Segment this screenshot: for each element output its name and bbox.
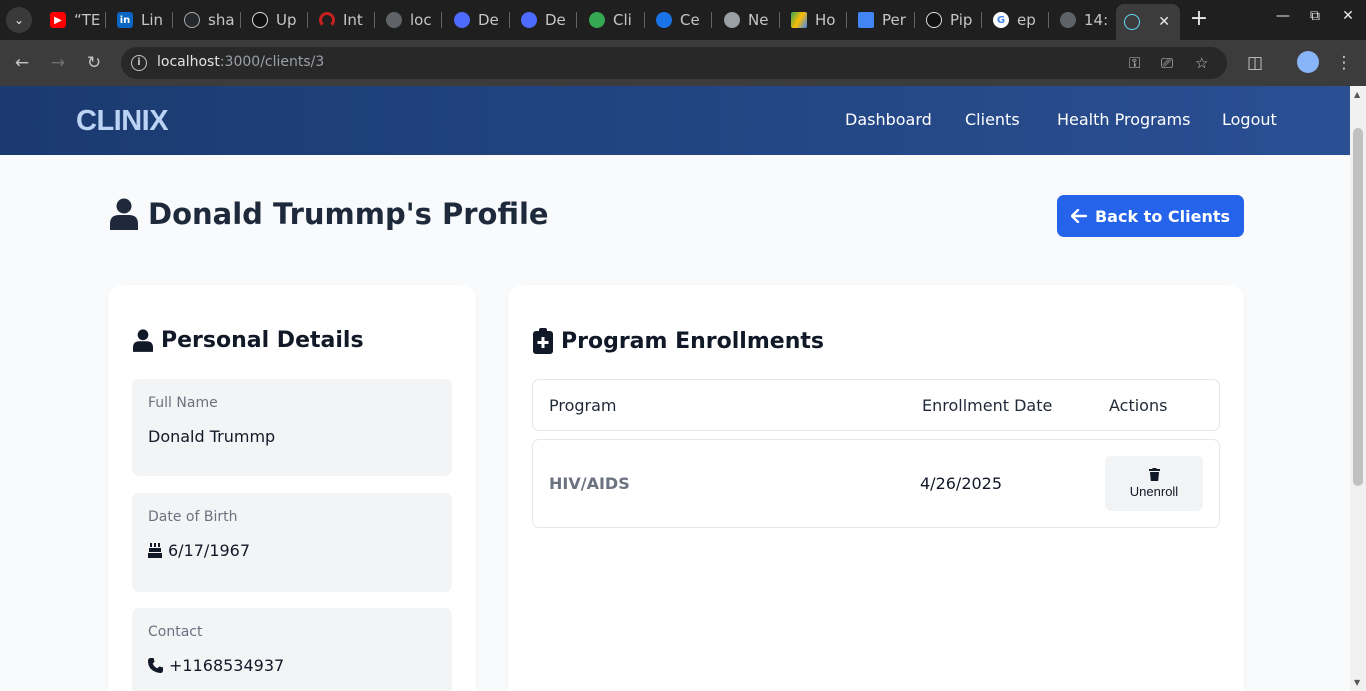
page-title: Donald Trummp's Profile	[110, 197, 549, 231]
github-icon	[184, 12, 200, 28]
browser-tab[interactable]: in Lin	[109, 6, 169, 34]
browser-tab[interactable]: Ne	[716, 6, 776, 34]
deepseek-icon	[521, 12, 537, 28]
drive-icon	[791, 12, 807, 28]
contact-field: Contact +1168534937	[132, 608, 452, 691]
menu-kebab-icon[interactable]: ⋮	[1333, 52, 1355, 74]
back-button-label: Back to Clients	[1094, 206, 1231, 226]
page-viewport: CLINIX Dashboard Clients Health Programs…	[0, 86, 1350, 691]
browser-tab[interactable]: De	[446, 6, 506, 34]
date-of-birth-field: Date of Birth 6/17/1967	[132, 493, 452, 592]
site-info-icon[interactable]: i	[131, 55, 147, 71]
tab-search-chevron-icon[interactable]: ⌄	[6, 7, 32, 33]
browser-tab[interactable]: Int	[311, 6, 371, 34]
minimize-icon[interactable]: —	[1271, 8, 1295, 24]
linkedin-icon: in	[117, 12, 133, 28]
gauge-icon	[319, 12, 335, 28]
back-to-clients-button[interactable]: Back to Clients	[1057, 195, 1244, 237]
browser-tab[interactable]: Up	[244, 6, 304, 34]
personal-details-heading: Personal Details	[133, 328, 364, 353]
browser-tab[interactable]: Gep	[985, 6, 1045, 34]
docs-icon	[858, 12, 874, 28]
react-icon	[1124, 14, 1140, 30]
scrollbar-thumb[interactable]	[1353, 128, 1363, 486]
cloud-icon	[656, 12, 672, 28]
openai-icon	[252, 12, 268, 28]
clipboard-medical-icon	[533, 328, 553, 354]
personal-details-card: Personal Details Full Name Donald Trummp…	[108, 285, 476, 691]
unenroll-button[interactable]: Unenroll	[1105, 456, 1203, 511]
user-icon	[110, 198, 138, 230]
enrollments-table-header: Program Enrollment Date Actions	[532, 379, 1220, 431]
browser-tab[interactable]: Per	[850, 6, 910, 34]
nav-dashboard[interactable]: Dashboard	[845, 110, 932, 129]
program-name[interactable]: HIV/AIDS	[549, 474, 630, 493]
page-title-text: Donald Trummp's Profile	[148, 197, 549, 231]
column-header-program: Program	[549, 396, 617, 415]
globe-icon	[1060, 12, 1076, 28]
clinix-icon	[589, 12, 605, 28]
field-label: Full Name	[148, 395, 218, 411]
close-tab-icon[interactable]: ✕	[1158, 14, 1170, 30]
browser-tab[interactable]: 14:	[1052, 6, 1112, 34]
program-enrollments-heading: Program Enrollments	[533, 328, 824, 354]
openai-icon	[926, 12, 942, 28]
unenroll-label: Unenroll	[1129, 484, 1179, 499]
globe-icon	[386, 12, 402, 28]
user-icon	[133, 329, 153, 352]
browser-tab[interactable]: Cli	[581, 6, 641, 34]
page-scrollbar[interactable]: ▲ ▼	[1350, 86, 1366, 691]
birthday-cake-icon	[148, 543, 162, 558]
browser-tab[interactable]: sha	[176, 6, 236, 34]
url-text[interactable]: localhost:3000/clients/3	[157, 54, 324, 70]
chrome-icon	[724, 12, 740, 28]
nav-clients[interactable]: Clients	[965, 110, 1020, 129]
column-header-actions: Actions	[1109, 396, 1168, 415]
browser-tab[interactable]: De	[513, 6, 573, 34]
deepseek-icon	[454, 12, 470, 28]
close-window-icon[interactable]: ✕	[1336, 8, 1360, 24]
new-tab-icon[interactable]: +	[1188, 8, 1210, 30]
back-arrow-icon[interactable]: ←	[11, 52, 33, 74]
field-value: Donald Trummp	[148, 427, 276, 446]
arrow-left-icon	[1070, 209, 1087, 223]
field-label: Contact	[148, 624, 203, 640]
bookmark-star-icon[interactable]: ☆	[1195, 54, 1208, 72]
nav-logout[interactable]: Logout	[1222, 110, 1277, 129]
browser-tab[interactable]: Pip	[918, 6, 978, 34]
address-bar[interactable]: i localhost:3000/clients/3 ⚿ ⎚ ☆	[121, 47, 1227, 79]
youtube-icon: ▶	[50, 12, 66, 28]
browser-tab-strip: ⌄ ▶ “TE in Lin sha Up Int loc De De Cli Ce…	[0, 0, 1366, 40]
browser-tab[interactable]: loc	[378, 6, 438, 34]
app-navbar: CLINIX Dashboard Clients Health Programs…	[0, 86, 1350, 155]
field-label: Date of Birth	[148, 509, 238, 525]
scroll-down-arrow-icon[interactable]: ▼	[1354, 678, 1360, 687]
browser-tab-active[interactable]: ✕	[1116, 4, 1180, 40]
program-enrollments-card: Program Enrollments Program Enrollment D…	[508, 285, 1244, 691]
extensions-icon[interactable]: ◫	[1244, 52, 1266, 74]
phone-icon	[148, 658, 163, 673]
field-value: 6/17/1967	[148, 541, 250, 560]
browser-tab[interactable]: Ho	[783, 6, 843, 34]
google-icon: G	[993, 12, 1009, 28]
column-header-enrollment-date: Enrollment Date	[922, 396, 1053, 415]
trash-icon	[1148, 468, 1160, 481]
reload-icon[interactable]: ↻	[83, 52, 105, 74]
enrollment-date: 4/26/2025	[920, 474, 1003, 493]
install-app-icon[interactable]: ⎚	[1161, 54, 1173, 72]
nav-health-programs[interactable]: Health Programs	[1057, 110, 1190, 129]
key-icon[interactable]: ⚿	[1129, 54, 1140, 72]
browser-toolbar: ← → ↻ i localhost:3000/clients/3 ⚿ ⎚ ☆ ◫…	[0, 40, 1366, 86]
browser-tab[interactable]: ▶ “TE	[42, 6, 102, 34]
profile-avatar[interactable]	[1297, 51, 1319, 73]
maximize-icon[interactable]: ⧉	[1303, 8, 1327, 24]
table-row: HIV/AIDS 4/26/2025 Unenroll	[532, 439, 1220, 528]
field-value: +1168534937	[148, 656, 284, 675]
forward-arrow-icon[interactable]: →	[47, 52, 69, 74]
full-name-field: Full Name Donald Trummp	[132, 379, 452, 476]
scroll-up-arrow-icon[interactable]: ▲	[1354, 90, 1360, 99]
brand-logo[interactable]: CLINIX	[76, 105, 169, 138]
browser-tab[interactable]: Ce	[648, 6, 708, 34]
